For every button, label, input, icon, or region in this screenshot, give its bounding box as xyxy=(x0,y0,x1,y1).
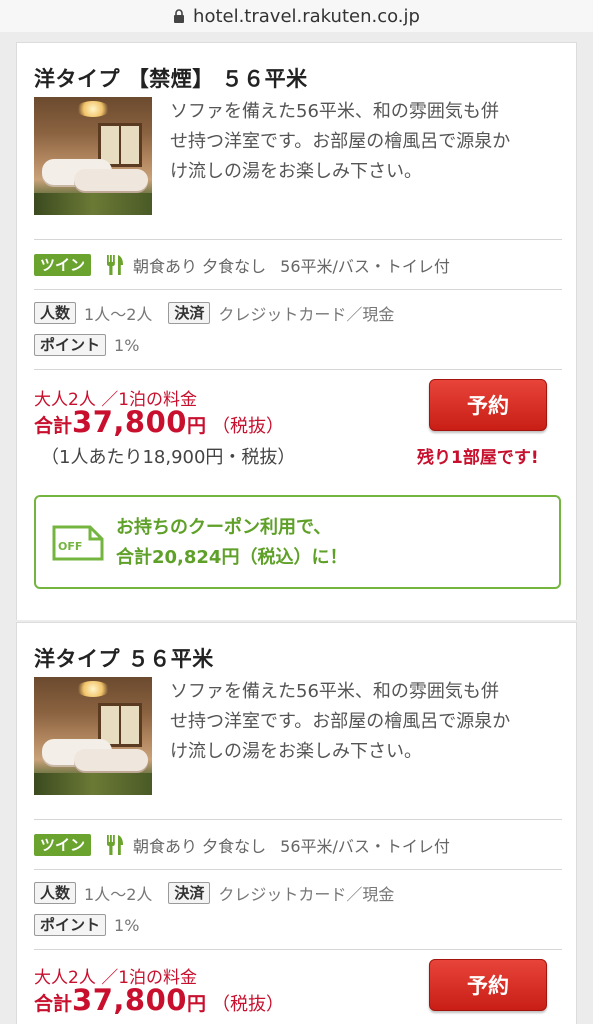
browser-url-bar[interactable]: hotel.travel.rakuten.co.jp xyxy=(0,0,593,32)
room-card: 洋タイプ ５６平米 ソファを備えた56平米、和の雰囲気も併 せ持つ洋室です。お部… xyxy=(16,622,577,1024)
divider xyxy=(34,949,562,950)
url-text: hotel.travel.rakuten.co.jp xyxy=(193,5,420,27)
lock-icon xyxy=(173,9,185,23)
points-value: 1% xyxy=(114,335,140,355)
room-card: 洋タイプ 【禁煙】 ５６平米 ソファを備えた56平米、和の雰囲気も併 せ持つ洋室… xyxy=(16,42,577,620)
capacity-value: 1人〜2人 xyxy=(84,885,153,904)
capacity-label: 人数 xyxy=(34,302,77,324)
capacity-value: 1人〜2人 xyxy=(84,305,153,324)
room-description: ソファを備えた56平米、和の雰囲気も併 せ持つ洋室です。お部屋の檜風呂で源泉か … xyxy=(170,101,511,182)
room-photo[interactable] xyxy=(34,97,152,215)
coupon-banner[interactable]: OFF お持ちのクーポン利用で、 合計20,824円（税込）に！ xyxy=(34,495,561,589)
points-label: ポイント xyxy=(34,914,107,936)
remaining-rooms: 残り1部屋です! xyxy=(417,448,539,468)
price-total: 合計37,800円 （税抜） xyxy=(34,983,284,1017)
points-row: ポイント 1% xyxy=(34,333,139,357)
room-type-badge: ツイン xyxy=(34,254,92,276)
points-label: ポイント xyxy=(34,334,107,356)
divider xyxy=(34,369,562,370)
meal-info: 朝食あり 夕食なし 56平米/バス・トイレ付 xyxy=(133,837,450,856)
coupon-text: お持ちのクーポン利用で、 合計20,824円（税込）に！ xyxy=(116,517,348,568)
price-total: 合計37,800円 （税抜） xyxy=(34,405,284,439)
room-tags: ツイン 朝食あり 夕食なし 56平米/バス・トイレ付 xyxy=(34,253,450,277)
room-tags: ツイン 朝食あり 夕食なし 56平米/バス・トイレ付 xyxy=(34,833,450,857)
room-title[interactable]: 洋タイプ 【禁煙】 ５６平米 xyxy=(34,63,308,93)
points-value: 1% xyxy=(114,915,140,935)
per-person-price: （1人あたり18,900円・税抜） xyxy=(41,447,296,468)
payment-value: クレジットカード／現金 xyxy=(218,305,395,324)
svg-text:OFF: OFF xyxy=(58,540,82,553)
divider xyxy=(34,289,562,290)
capacity-label: 人数 xyxy=(34,882,77,904)
room-description: ソファを備えた56平米、和の雰囲気も併 せ持つ洋室です。お部屋の檜風呂で源泉か … xyxy=(170,681,511,762)
reserve-button[interactable]: 予約 xyxy=(429,959,547,1011)
payment-value: クレジットカード／現金 xyxy=(218,885,395,904)
payment-label: 決済 xyxy=(168,882,211,904)
divider xyxy=(34,819,562,820)
fork-knife-icon xyxy=(105,833,125,857)
fork-knife-icon xyxy=(105,253,125,277)
points-row: ポイント 1% xyxy=(34,913,139,937)
divider xyxy=(34,239,562,240)
off-ticket-icon: OFF xyxy=(52,525,104,561)
room-title[interactable]: 洋タイプ ５６平米 xyxy=(34,643,214,673)
payment-label: 決済 xyxy=(168,302,211,324)
reserve-button[interactable]: 予約 xyxy=(429,379,547,431)
capacity-payment-row: 人数 1人〜2人 決済 クレジットカード／現金 xyxy=(34,881,394,905)
room-type-badge: ツイン xyxy=(34,834,92,856)
room-photo[interactable] xyxy=(34,677,152,795)
meal-info: 朝食あり 夕食なし 56平米/バス・トイレ付 xyxy=(133,257,450,276)
divider xyxy=(34,869,562,870)
capacity-payment-row: 人数 1人〜2人 決済 クレジットカード／現金 xyxy=(34,301,394,325)
